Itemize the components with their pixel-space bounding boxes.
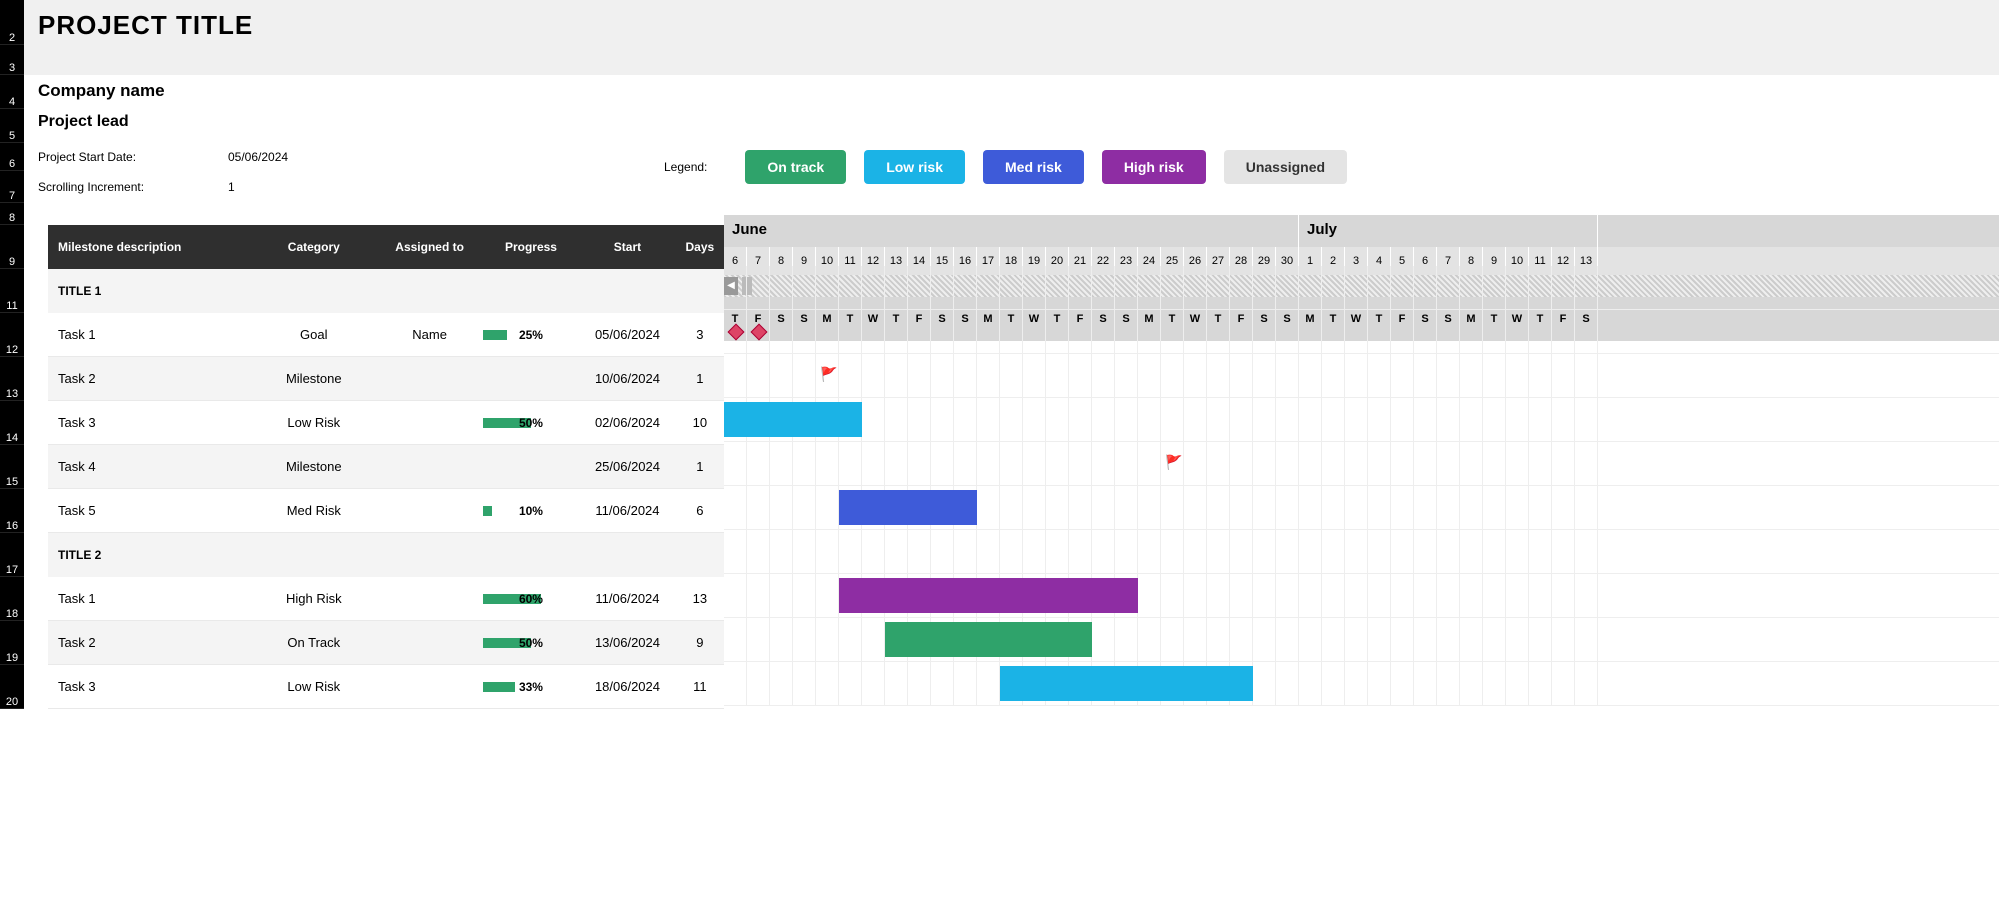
col-start: Start — [579, 240, 676, 254]
gantt-bar[interactable] — [885, 622, 1092, 657]
row-number: 7 — [0, 171, 24, 203]
task-start: 02/06/2024 — [579, 415, 676, 430]
legend-pill-low-risk: Low risk — [864, 150, 965, 184]
legend-label: Legend: — [664, 160, 707, 174]
task-progress: 50% — [483, 416, 580, 430]
task-days: 1 — [676, 371, 724, 386]
task-days: 3 — [676, 327, 724, 342]
task-days: 11 — [676, 679, 724, 694]
row-number: 18 — [0, 577, 24, 621]
task-days: 9 — [676, 635, 724, 650]
row-number: 3 — [0, 45, 24, 75]
legend-pill-on-track: On track — [745, 150, 846, 184]
task-row[interactable]: Task 4Milestone 25/06/20241 — [48, 445, 724, 489]
flag-icon: 🚩 — [820, 366, 837, 383]
gantt-bar[interactable] — [839, 490, 977, 525]
task-category: Goal — [251, 327, 376, 342]
month-header: June — [724, 215, 1299, 247]
task-start: 10/06/2024 — [579, 371, 676, 386]
task-row[interactable]: Task 5Med Risk 10%11/06/20246 — [48, 489, 724, 533]
task-desc: Task 4 — [48, 459, 251, 474]
row-number: 14 — [0, 401, 24, 445]
col-cat: Category — [251, 240, 376, 254]
task-progress: 50% — [483, 636, 580, 650]
flag-icon: 🚩 — [1165, 454, 1182, 471]
scroll-increment-value: 1 — [228, 180, 235, 194]
task-row[interactable]: Task 2On Track 50%13/06/20249 — [48, 621, 724, 665]
row-number: 2 — [0, 0, 24, 45]
table-header: Milestone description Category Assigned … — [48, 225, 724, 269]
task-progress: 25% — [483, 328, 580, 342]
task-assigned: Name — [377, 327, 483, 342]
task-desc: Task 1 — [48, 327, 251, 342]
section-title: TITLE 1 — [48, 269, 724, 313]
task-row[interactable]: Task 3Low Risk 50%02/06/202410 — [48, 401, 724, 445]
task-desc: Task 2 — [48, 635, 251, 650]
task-start: 25/06/2024 — [579, 459, 676, 474]
row-number: 9 — [0, 225, 24, 269]
section-title: TITLE 2 — [48, 533, 724, 577]
row-number: 20 — [0, 665, 24, 709]
task-start: 11/06/2024 — [579, 591, 676, 606]
row-number: 5 — [0, 109, 24, 143]
task-progress: 10% — [483, 504, 580, 518]
task-desc: Task 3 — [48, 415, 251, 430]
col-prog: Progress — [483, 240, 580, 254]
task-start: 13/06/2024 — [579, 635, 676, 650]
task-progress: 60% — [483, 592, 580, 606]
gantt-bar[interactable] — [1000, 666, 1253, 701]
task-category: On Track — [251, 635, 376, 650]
task-start: 11/06/2024 — [579, 503, 676, 518]
task-days: 1 — [676, 459, 724, 474]
gantt-bar[interactable] — [839, 578, 1138, 613]
start-date-label: Project Start Date: — [38, 150, 228, 164]
task-desc: Task 5 — [48, 503, 251, 518]
col-desc: Milestone description — [48, 240, 251, 254]
row-number: 6 — [0, 143, 24, 171]
task-start: 18/06/2024 — [579, 679, 676, 694]
task-category: Milestone — [251, 371, 376, 386]
gantt-chart: 🚩🚩 — [724, 266, 1999, 706]
task-row[interactable]: Task 3Low Risk 33%18/06/202411 — [48, 665, 724, 709]
row-number: 4 — [0, 75, 24, 109]
row-number: 13 — [0, 357, 24, 401]
task-category: High Risk — [251, 591, 376, 606]
task-category: Low Risk — [251, 679, 376, 694]
month-header: July — [1299, 215, 1598, 247]
row-number: 8 — [0, 203, 24, 225]
scroll-increment-label: Scrolling Increment: — [38, 180, 228, 194]
task-category: Med Risk — [251, 503, 376, 518]
row-number: 17 — [0, 533, 24, 577]
gantt-bar[interactable] — [724, 402, 862, 437]
task-row[interactable]: Task 1High Risk 60%11/06/202413 — [48, 577, 724, 621]
task-row[interactable]: Task 2Milestone 10/06/20241 — [48, 357, 724, 401]
row-number: 12 — [0, 313, 24, 357]
task-progress: 33% — [483, 680, 580, 694]
task-start: 05/06/2024 — [579, 327, 676, 342]
task-row[interactable]: Task 1GoalName25%05/06/20243 — [48, 313, 724, 357]
company-name: Company name — [38, 75, 1985, 101]
task-days: 6 — [676, 503, 724, 518]
task-days: 13 — [676, 591, 724, 606]
legend: Legend: On track Low risk Med risk High ris… — [664, 150, 1347, 184]
task-days: 10 — [676, 415, 724, 430]
row-number: 15 — [0, 445, 24, 489]
row-number: 19 — [0, 621, 24, 665]
legend-pill-med-risk: Med risk — [983, 150, 1084, 184]
task-category: Milestone — [251, 459, 376, 474]
col-assign: Assigned to — [377, 240, 483, 254]
task-category: Low Risk — [251, 415, 376, 430]
row-number: 11 — [0, 269, 24, 313]
project-lead: Project lead — [38, 109, 1985, 131]
task-desc: Task 2 — [48, 371, 251, 386]
project-title: PROJECT TITLE — [38, 4, 253, 41]
task-desc: Task 3 — [48, 679, 251, 694]
legend-pill-unassigned: Unassigned — [1224, 150, 1347, 184]
legend-pill-high-risk: High risk — [1102, 150, 1206, 184]
start-date-value: 05/06/2024 — [228, 150, 288, 164]
col-days: Days — [676, 240, 724, 254]
row-number: 16 — [0, 489, 24, 533]
task-desc: Task 1 — [48, 591, 251, 606]
